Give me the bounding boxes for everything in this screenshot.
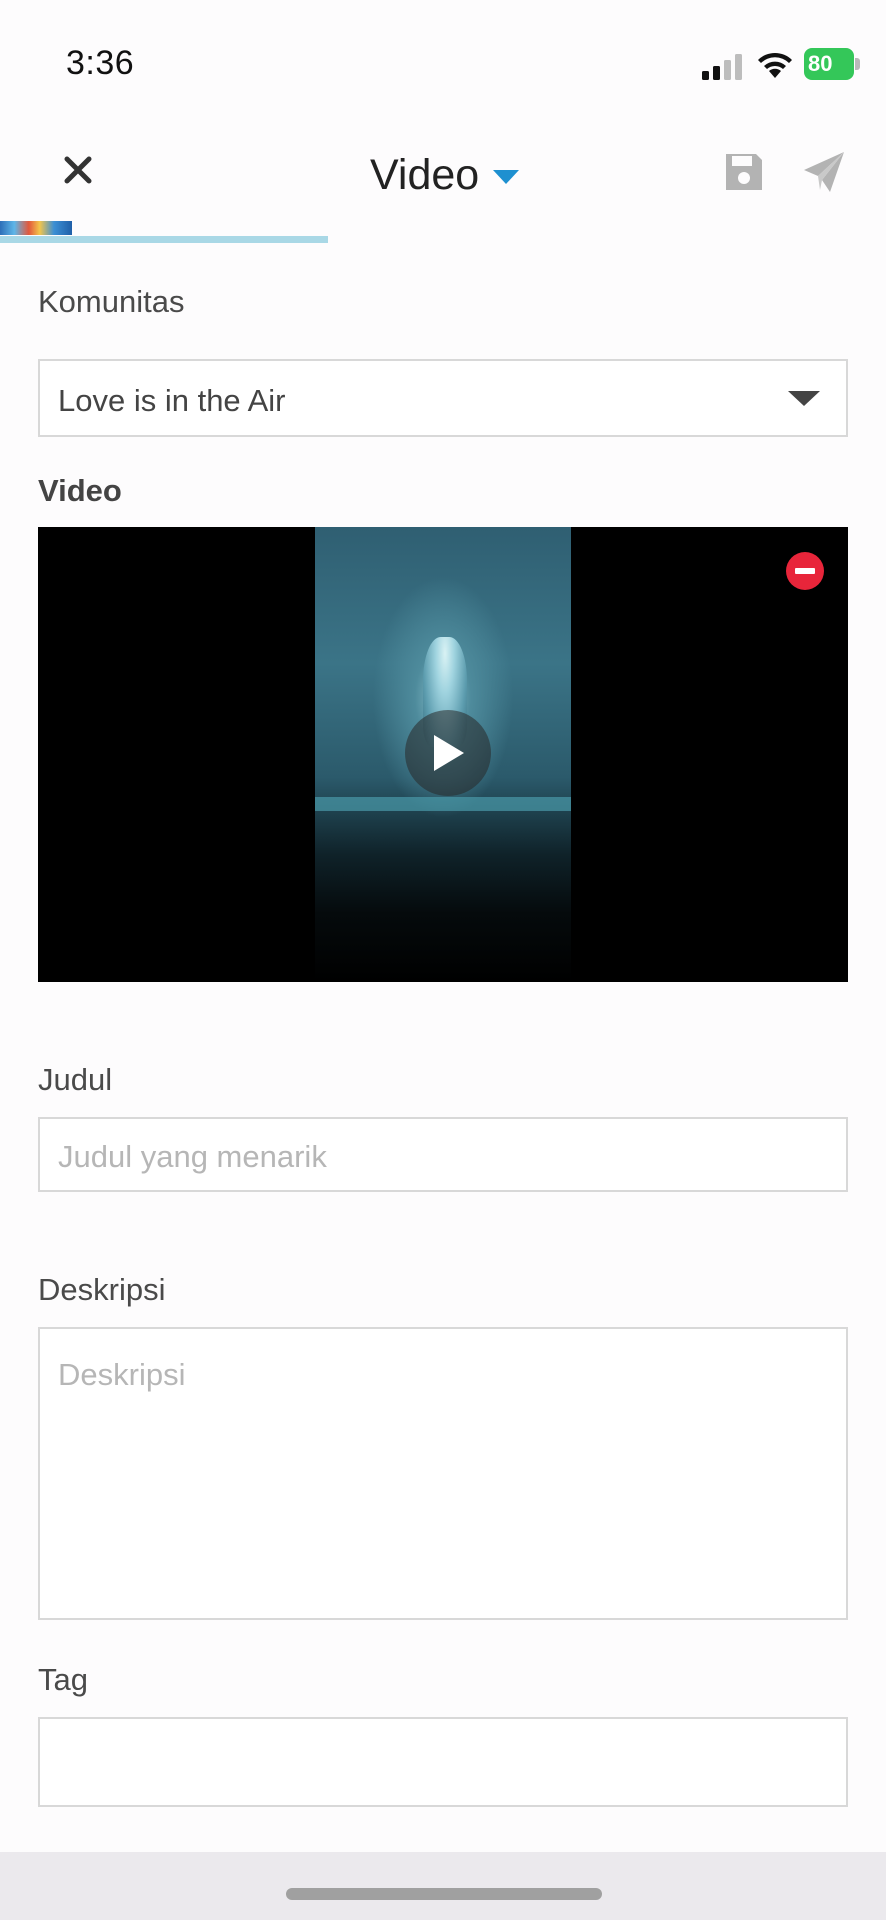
upload-progress-bar [0,236,328,243]
send-icon[interactable] [800,148,848,196]
bottom-bar [0,1852,886,1920]
caret-down-icon [493,170,520,184]
stage-light [315,797,571,811]
battery-cap [855,58,860,70]
home-indicator[interactable] [286,1888,602,1900]
judul-input[interactable]: Judul yang menarik [38,1117,848,1192]
save-icon[interactable] [722,150,766,194]
play-button[interactable] [405,710,491,796]
battery-level: 80 [804,48,854,80]
signal-icon [702,54,742,80]
upload-thumbnail [0,221,72,235]
deskripsi-label: Deskripsi [38,1272,166,1307]
judul-placeholder: Judul yang menarik [58,1139,327,1174]
close-icon [64,156,92,184]
judul-label: Judul [38,1062,113,1097]
page-title: Video [370,150,480,199]
post-video-screen: 3:36 80 Video Komunitas Love is in the A… [0,0,886,1920]
wifi-icon [758,52,792,78]
komunitas-value: Love is in the Air [58,383,286,418]
chevron-down-icon [788,391,820,406]
play-icon [434,735,464,771]
deskripsi-textarea[interactable]: Deskripsi [38,1327,848,1620]
minus-icon [795,568,815,574]
status-time: 3:36 [66,44,135,82]
komunitas-label: Komunitas [38,284,185,319]
remove-video-button[interactable] [786,552,824,590]
battery-icon: 80 [804,48,860,80]
tag-input[interactable] [38,1717,848,1807]
deskripsi-placeholder: Deskripsi [58,1357,186,1392]
video-label: Video [38,473,122,508]
komunitas-select[interactable]: Love is in the Air [38,359,848,437]
tag-label: Tag [38,1662,88,1697]
close-button[interactable] [56,148,100,192]
post-type-selector[interactable]: Video [370,150,520,200]
